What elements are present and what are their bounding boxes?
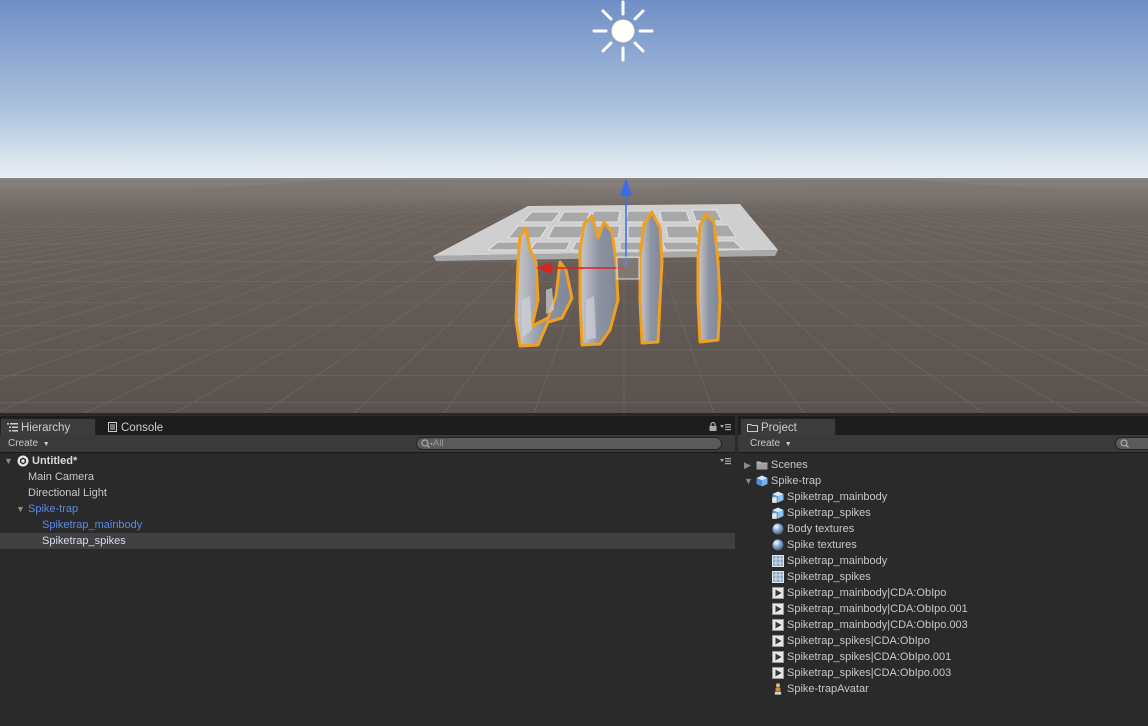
animation-clip-icon (772, 587, 784, 599)
unity-scene-icon (17, 455, 29, 467)
chevron-down-icon: ▼ (784, 441, 792, 448)
panel-menu-icon[interactable] (720, 423, 731, 431)
scene-viewport[interactable] (0, 0, 1148, 413)
project-item-label: Spiketrap_mainbody|CDA:ObIpo.003 (787, 619, 968, 631)
scene-canvas[interactable] (0, 0, 1148, 413)
project-item-label: Spike textures (787, 539, 857, 551)
hierarchy-item-spike-trap[interactable]: ▼ Spike-trap (0, 501, 735, 517)
folder-icon (747, 424, 758, 432)
hierarchy-item-spiketrap-spikes[interactable]: Spiketrap_spikes (0, 533, 735, 549)
tab-hierarchy[interactable]: Hierarchy (0, 418, 96, 435)
search-icon (1120, 439, 1129, 448)
tab-hierarchy-label: Hierarchy (21, 422, 71, 434)
project-item[interactable]: Spiketrap_spikes|CDA:ObIpo.003 (738, 665, 1148, 681)
expand-arrow-icon[interactable]: ▼ (16, 501, 25, 517)
mesh-grid-icon (772, 555, 784, 567)
mesh-prefab-icon (771, 507, 784, 520)
folder-icon (756, 459, 768, 471)
animation-clip-icon (772, 667, 784, 679)
tab-project-label: Project (761, 422, 797, 434)
hierarchy-panel: Hierarchy Console Create ▼ All ▼ Untitle… (0, 416, 735, 726)
hierarchy-item-label: Directional Light (28, 487, 107, 499)
hierarchy-item-main-camera[interactable]: Main Camera (0, 469, 735, 485)
project-item[interactable]: Spiketrap_mainbody (738, 489, 1148, 505)
project-item[interactable]: Spiketrap_spikes|CDA:ObIpo.001 (738, 649, 1148, 665)
expand-arrow-icon[interactable]: ▶ (744, 457, 751, 473)
console-icon (108, 422, 117, 432)
create-label: Create (750, 438, 781, 449)
expand-arrow-icon[interactable]: ▼ (4, 453, 13, 469)
collapse-arrow-icon[interactable]: ▼ (744, 473, 753, 489)
project-item[interactable]: Spike-trapAvatar (738, 681, 1148, 697)
center-handle (616, 256, 640, 280)
animation-clip-icon (772, 603, 784, 615)
project-item-label: Spiketrap_mainbody (787, 555, 888, 567)
hierarchy-search-input[interactable]: All (416, 437, 722, 450)
search-placeholder: All (433, 438, 444, 449)
project-item[interactable]: Spiketrap_mainbody|CDA:ObIpo.003 (738, 617, 1148, 633)
hierarchy-item-directional-light[interactable]: Directional Light (0, 485, 735, 501)
project-tabbar: Project (738, 416, 1148, 435)
project-item[interactable]: Spiketrap_mainbody|CDA:ObIpo.001 (738, 601, 1148, 617)
mesh-grid-icon (772, 571, 784, 583)
project-item[interactable]: Spiketrap_spikes|CDA:ObIpo (738, 633, 1148, 649)
project-item-label: Spiketrap_spikes|CDA:ObIpo.001 (787, 651, 952, 663)
hierarchy-create-button[interactable]: Create ▼ (4, 437, 54, 450)
project-search-input[interactable] (1115, 437, 1148, 450)
hierarchy-toolbar: Create ▼ All (0, 435, 735, 453)
project-item[interactable]: Spiketrap_spikes (738, 569, 1148, 585)
hierarchy-tabbar: Hierarchy Console (0, 416, 735, 435)
material-sphere-icon (772, 523, 784, 535)
tab-console[interactable]: Console (102, 418, 182, 435)
project-item[interactable]: Body textures (738, 521, 1148, 537)
project-item-label: Spiketrap_mainbody|CDA:ObIpo.001 (787, 603, 968, 615)
hierarchy-item-label: Spiketrap_spikes (42, 535, 126, 547)
avatar-icon (772, 683, 784, 695)
tab-console-label: Console (121, 422, 164, 434)
project-item-label: Spiketrap_mainbody (787, 491, 888, 503)
list-icon (7, 423, 18, 432)
scene-row[interactable]: ▼ Untitled* (0, 453, 735, 469)
lock-icon[interactable] (709, 422, 717, 431)
project-toolbar: Create ▼ (738, 435, 1148, 453)
project-item-label: Spiketrap_spikes|CDA:ObIpo.003 (787, 667, 952, 679)
scene-name: Untitled* (32, 455, 78, 467)
mesh-prefab-icon (771, 491, 784, 504)
hierarchy-item-spiketrap-mainbody[interactable]: Spiketrap_mainbody (0, 517, 735, 533)
sky (0, 0, 1148, 190)
search-icon (421, 439, 433, 448)
directional-light-gizmo-icon[interactable] (592, 0, 654, 62)
project-item[interactable]: Spiketrap_mainbody|CDA:ObIpo (738, 585, 1148, 601)
project-item[interactable]: ▶ Scenes (738, 457, 1148, 473)
project-item[interactable]: Spiketrap_mainbody (738, 553, 1148, 569)
project-item[interactable]: ▼ Spike-trap (738, 473, 1148, 489)
project-item-label: Spiketrap_mainbody|CDA:ObIpo (787, 587, 947, 599)
scene-menu-icon[interactable] (720, 457, 731, 465)
chevron-down-icon: ▼ (42, 441, 50, 448)
hierarchy-item-label: Main Camera (28, 471, 95, 483)
hierarchy-item-label: Spiketrap_mainbody (42, 519, 143, 531)
project-item-label: Spike-trap (771, 475, 822, 487)
material-sphere-icon (772, 539, 784, 551)
project-create-button[interactable]: Create ▼ (746, 437, 796, 450)
model-prefab-icon (756, 475, 768, 487)
hierarchy-item-label: Spike-trap (28, 503, 79, 515)
create-label: Create (8, 438, 39, 449)
project-panel: Project Create ▼ ▶ Scenes ▼ Spike-trap Spike… (738, 416, 1148, 726)
animation-clip-icon (772, 651, 784, 663)
animation-clip-icon (772, 635, 784, 647)
tab-project[interactable]: Project (740, 418, 836, 435)
project-item-label: Body textures (787, 523, 855, 535)
project-item[interactable]: Spike textures (738, 537, 1148, 553)
project-item-label: Spiketrap_spikes (787, 571, 871, 583)
animation-clip-icon (772, 619, 784, 631)
project-item-label: Spiketrap_spikes|CDA:ObIpo (787, 635, 930, 647)
project-item-label: Spiketrap_spikes (787, 507, 871, 519)
project-item[interactable]: Spiketrap_spikes (738, 505, 1148, 521)
project-item-label: Spike-trapAvatar (787, 683, 869, 695)
project-item-label: Scenes (771, 459, 808, 471)
